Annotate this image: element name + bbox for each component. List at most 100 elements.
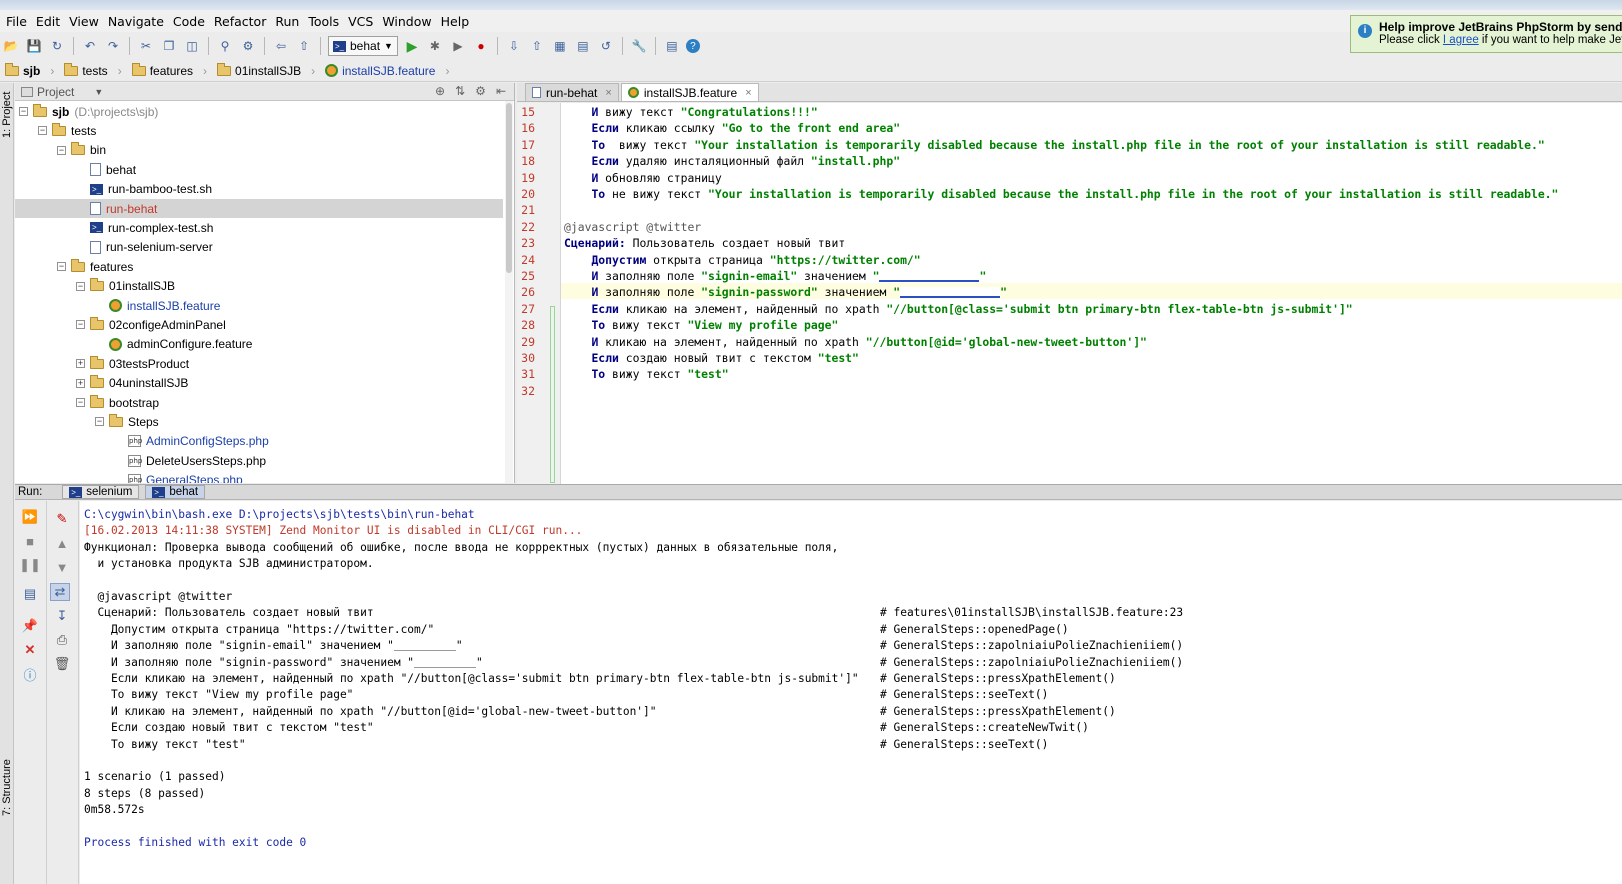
tree-node[interactable]: − sjb (D:\projects\sjb) bbox=[19, 102, 158, 121]
crumb-sjb[interactable]: sjb › bbox=[3, 62, 62, 78]
tree-node[interactable]: +04uninstallSJB bbox=[76, 374, 188, 393]
tree-node[interactable]: − 01installSJB bbox=[76, 277, 175, 296]
help-icon[interactable]: ? bbox=[685, 39, 700, 53]
tree-node[interactable]: − 02configeAdminPanel bbox=[76, 315, 226, 334]
menu-vcs[interactable]: VCS bbox=[345, 14, 379, 29]
agree-link[interactable]: I agree bbox=[1443, 34, 1479, 46]
tree-node[interactable]: − bin bbox=[57, 141, 106, 160]
tree-node[interactable]: − tests bbox=[38, 121, 96, 140]
tree-node[interactable]: − features bbox=[57, 257, 133, 276]
sync-icon[interactable]: ↻ bbox=[48, 37, 66, 55]
tab-selenium[interactable]: >_ selenium bbox=[62, 485, 140, 499]
expand-toggle-icon[interactable]: − bbox=[19, 107, 28, 116]
scroll-from-source-icon[interactable]: ⊕ bbox=[435, 84, 445, 98]
run-config-select[interactable]: >_ behat ▼ bbox=[328, 36, 398, 56]
crumb-tests[interactable]: tests › bbox=[62, 62, 129, 78]
expand-toggle-icon[interactable]: − bbox=[76, 281, 85, 291]
close-icon[interactable]: ✕ bbox=[20, 641, 40, 659]
hide-icon[interactable]: ⇤ bbox=[496, 84, 506, 98]
tree-node[interactable]: − bootstrap bbox=[76, 393, 159, 412]
notification-balloon[interactable]: i Help improve JetBrains PhpStorm by sen… bbox=[1350, 15, 1622, 53]
crumb-installsjb-feature[interactable]: installSJB.feature › bbox=[323, 64, 457, 78]
run-console[interactable]: C:\cygwin\bin\bash.exe D:\projects\sjb\t… bbox=[80, 501, 1622, 884]
find-icon[interactable]: ⚲ bbox=[216, 37, 234, 55]
menu-edit[interactable]: Edit bbox=[33, 14, 66, 29]
tab-installsjb-feature[interactable]: installSJB.feature × bbox=[620, 83, 759, 101]
tree-node[interactable]: php GeneralSteps.php bbox=[114, 471, 243, 483]
tree-scrollbar[interactable] bbox=[505, 101, 513, 483]
cut-icon[interactable]: ✂ bbox=[137, 37, 155, 55]
save-icon[interactable]: 💾 bbox=[25, 37, 43, 55]
tree-node[interactable]: installSJB.feature bbox=[95, 296, 220, 315]
structure-tool-button[interactable]: 7: Structure bbox=[1, 759, 13, 816]
menu-navigate[interactable]: Navigate bbox=[105, 14, 170, 29]
vcs-history-icon[interactable]: ▤ bbox=[574, 37, 592, 55]
undo-icon[interactable]: ↶ bbox=[81, 37, 99, 55]
stop-icon[interactable]: ● bbox=[472, 37, 490, 55]
replace-icon[interactable]: ⚙ bbox=[239, 37, 257, 55]
soft-wrap-icon[interactable]: ⇄ bbox=[50, 583, 70, 601]
vcs-compare-icon[interactable]: ▦ bbox=[551, 37, 569, 55]
clear-icon[interactable]: ✎ bbox=[52, 510, 72, 528]
tab-behat[interactable]: >_ behat bbox=[145, 485, 206, 499]
close-icon[interactable]: × bbox=[745, 87, 751, 99]
rerun-icon[interactable]: ⏩ bbox=[20, 508, 40, 526]
expand-toggle-icon[interactable]: − bbox=[38, 126, 47, 136]
tree-node[interactable]: run-selenium-server bbox=[76, 238, 213, 257]
menu-run[interactable]: Run bbox=[272, 14, 305, 29]
redo-icon[interactable]: ↷ bbox=[104, 37, 122, 55]
vcs-revert-icon[interactable]: ↺ bbox=[597, 37, 615, 55]
tree-node[interactable]: − Steps bbox=[95, 412, 159, 431]
help-icon[interactable]: ⓘ bbox=[20, 665, 40, 683]
expand-toggle-icon[interactable]: + bbox=[76, 378, 85, 388]
expand-toggle-icon[interactable]: − bbox=[57, 145, 66, 155]
menu-tools[interactable]: Tools bbox=[305, 14, 345, 29]
open-icon[interactable]: 📂 bbox=[2, 37, 20, 55]
vcs-commit-icon[interactable]: ⇧ bbox=[528, 37, 546, 55]
stop-icon[interactable]: ■ bbox=[20, 532, 40, 550]
tree-node[interactable]: php DeleteUsersSteps.php bbox=[114, 451, 266, 470]
pin-icon[interactable]: 📌 bbox=[20, 617, 40, 635]
scroll-thumb[interactable] bbox=[506, 103, 512, 273]
scroll-end-icon[interactable]: ↧ bbox=[52, 607, 72, 625]
tree-node[interactable]: php AdminConfigSteps.php bbox=[114, 432, 269, 451]
tab-run-behat[interactable]: run-behat × bbox=[525, 83, 619, 101]
tree-node[interactable]: behat bbox=[76, 160, 136, 179]
expand-toggle-icon[interactable]: − bbox=[76, 398, 85, 407]
down-icon[interactable]: ▼ bbox=[52, 558, 72, 576]
structure-icon[interactable]: ▤ bbox=[663, 37, 681, 55]
forward-icon[interactable]: ⇧ bbox=[295, 37, 313, 55]
tree-node[interactable]: adminConfigure.feature bbox=[95, 335, 252, 354]
menu-file[interactable]: File bbox=[3, 14, 33, 29]
crumb-features[interactable]: features › bbox=[130, 62, 215, 78]
menu-view[interactable]: View bbox=[66, 14, 105, 29]
crumb-01installsjb[interactable]: 01installSJB › bbox=[215, 62, 323, 78]
expand-toggle-icon[interactable]: − bbox=[57, 262, 66, 272]
collapse-all-icon[interactable]: ⇅ bbox=[455, 84, 465, 98]
tree-node[interactable]: +03testsProduct bbox=[76, 354, 189, 373]
tree-node[interactable]: >_ run-complex-test.sh bbox=[76, 218, 213, 237]
pause-icon[interactable]: ❚❚ bbox=[19, 556, 41, 574]
dump-threads-icon[interactable]: ▤ bbox=[20, 585, 40, 603]
print-icon[interactable]: ⎙ bbox=[52, 631, 72, 649]
project-tool-button[interactable]: 1: Project bbox=[1, 84, 13, 138]
expand-toggle-icon[interactable]: − bbox=[95, 417, 104, 427]
coverage-icon[interactable]: ▶ bbox=[449, 37, 467, 55]
vcs-update-icon[interactable]: ⇩ bbox=[505, 37, 523, 55]
menu-help[interactable]: Help bbox=[438, 14, 476, 29]
debug-icon[interactable]: ✱ bbox=[426, 37, 444, 55]
up-icon[interactable]: ▲ bbox=[52, 534, 72, 552]
close-icon[interactable]: × bbox=[605, 87, 611, 99]
delete-icon[interactable]: 🗑 bbox=[52, 655, 72, 673]
settings-icon[interactable]: 🔧 bbox=[630, 37, 648, 55]
paste-icon[interactable]: ◫ bbox=[183, 37, 201, 55]
menu-window[interactable]: Window bbox=[379, 14, 437, 29]
chevron-down-icon[interactable]: ▼ bbox=[94, 87, 154, 97]
menu-code[interactable]: Code bbox=[170, 14, 211, 29]
tree-node[interactable]: >_ run-bamboo-test.sh bbox=[76, 180, 212, 199]
run-icon[interactable]: ▶ bbox=[403, 37, 421, 55]
back-icon[interactable]: ⇦ bbox=[272, 37, 290, 55]
gear-icon[interactable]: ⚙ bbox=[475, 84, 486, 98]
copy-icon[interactable]: ❐ bbox=[160, 37, 178, 55]
expand-toggle-icon[interactable]: + bbox=[76, 359, 85, 369]
